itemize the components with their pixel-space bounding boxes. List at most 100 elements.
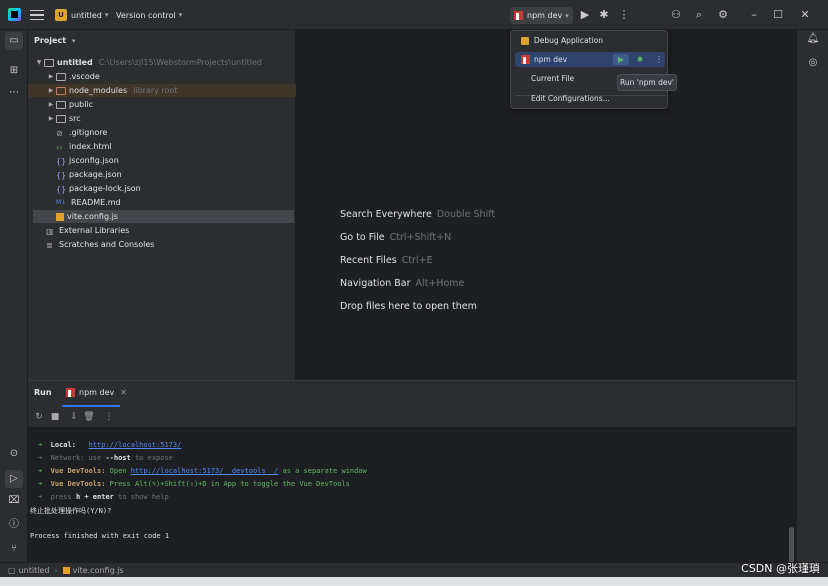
main-menu-icon[interactable] <box>30 10 44 20</box>
devtools-url-link[interactable]: http://localhost:5173/__devtools__/ <box>131 467 279 475</box>
notifications-bell-icon[interactable]: 🔔︎ <box>806 32 820 46</box>
status-project-name[interactable]: untitled <box>19 566 50 575</box>
tree-item[interactable]: ‹› index.html <box>28 140 296 153</box>
run-panel-icon[interactable]: ▷ <box>5 470 23 488</box>
npm-icon <box>521 55 530 64</box>
tree-item[interactable]: ▶ src <box>28 112 296 125</box>
npm-icon <box>514 11 523 20</box>
console-line-devtools-toggle: ➜ Vue DevTools: Press Alt(⌥)+Shift(⇧)+D … <box>38 480 350 488</box>
local-url-link[interactable]: http://localhost:5173/ <box>89 441 182 449</box>
console-output[interactable]: ➜ Local: http://localhost:5173/ ➜ Networ… <box>28 427 796 563</box>
left-tool-strip: ▭ ⊞ ⋯ ⊙ ▷ ⌧ ⓘ ⑂ <box>0 30 28 562</box>
project-status-icon: ▢ <box>8 565 16 575</box>
folder-icon <box>56 86 66 95</box>
js-file-icon <box>62 566 70 574</box>
debug-config-icon <box>521 36 529 45</box>
hint-search-everywhere: Search Everywhere Double Shift <box>340 209 496 220</box>
ignore-file-icon: ⊘ <box>56 128 63 138</box>
minimize-icon[interactable]: – <box>747 8 761 22</box>
popup-more-icon[interactable]: ⋮ <box>651 54 667 65</box>
tree-item-selected[interactable]: vite.config.js <box>33 210 294 223</box>
chevron-right-icon[interactable]: ▶ <box>46 73 56 80</box>
rerun-icon[interactable]: ↻ <box>33 411 45 423</box>
chevron-right-icon[interactable]: ▶ <box>46 115 56 122</box>
close-tab-icon[interactable]: ✕ <box>120 388 127 397</box>
chevron-right-icon[interactable]: ▶ <box>46 101 56 108</box>
popup-item-npm-dev[interactable]: npm dev ▶ ✱ ⋮ <box>515 52 665 67</box>
close-icon[interactable]: ✕ <box>798 8 812 22</box>
scroll-to-end-icon[interactable]: ⇩ <box>68 411 80 423</box>
run-tooltip: Run 'npm dev' <box>617 74 677 91</box>
tree-item-external-libraries[interactable]: ▥ External Libraries <box>28 224 296 237</box>
chevron-down-icon[interactable]: ▼ <box>34 59 44 66</box>
run-icon[interactable]: ▶ <box>578 8 592 22</box>
npm-icon <box>66 388 75 397</box>
tree-item[interactable]: {} package-lock.json <box>28 182 296 195</box>
popup-debug-icon[interactable]: ✱ <box>632 54 648 65</box>
folder-icon <box>44 58 54 67</box>
title-bar: U untitled ▾ Version control ▾ npm dev ▾… <box>0 0 828 30</box>
folder-icon <box>56 72 66 81</box>
tree-item[interactable]: ▶ node_modules library root <box>28 84 296 97</box>
structure-icon[interactable]: ⊞ <box>7 64 21 78</box>
tree-item[interactable]: ▶ .vscode <box>28 70 296 83</box>
vcs-widget[interactable]: Version control ▾ <box>116 0 182 30</box>
services-icon[interactable]: ⊙ <box>7 447 21 461</box>
project-widget[interactable]: U untitled ▾ <box>55 0 108 30</box>
tree-item[interactable]: {} jsconfig.json <box>28 154 296 167</box>
popup-run-icon[interactable]: ▶ <box>613 54 629 65</box>
webstorm-logo-icon[interactable] <box>8 8 21 21</box>
maximize-icon[interactable]: ☐ <box>771 8 785 22</box>
problems-icon[interactable]: ⓘ <box>7 518 21 532</box>
markdown-file-icon: M↓ <box>56 198 67 206</box>
scratches-icon: ≣ <box>46 240 53 250</box>
chevron-down-icon: ▾ <box>104 11 109 19</box>
json-file-icon: {} <box>56 170 67 180</box>
project-folder-icon[interactable]: ▭ <box>5 32 23 50</box>
add-user-icon[interactable]: ⚇ <box>669 8 683 22</box>
project-badge: U <box>55 9 67 21</box>
popup-item-edit-configurations[interactable]: Edit Configurations... <box>515 91 665 106</box>
status-bar: ▢ untitled › vite.config.js <box>0 562 828 577</box>
tree-item[interactable]: ⊘ .gitignore <box>28 126 296 139</box>
chevron-down-icon: ▾ <box>565 11 569 20</box>
folder-icon <box>56 100 66 109</box>
terminal-icon[interactable]: ⌧ <box>7 494 21 508</box>
console-scrollbar[interactable] <box>789 527 794 563</box>
status-file-name[interactable]: vite.config.js <box>73 566 124 575</box>
console-line-devtools-open: ➜ Vue DevTools: Open http://localhost:51… <box>38 467 367 475</box>
more-vertical-icon[interactable]: ⋮ <box>103 411 115 423</box>
console-line-help: ➜ press h + enter to show help <box>38 493 169 501</box>
run-config-selector[interactable]: npm dev ▾ <box>510 7 573 24</box>
stop-icon[interactable]: ■ <box>49 411 61 423</box>
tree-root[interactable]: ▼ untitled C:\Users\zjl15\WebstormProjec… <box>28 56 296 69</box>
console-line-prompt: 终止批处理操作吗(Y/N)? <box>30 507 112 515</box>
hint-recent-files: Recent Files Ctrl+E <box>340 255 433 266</box>
search-icon[interactable]: ⌕ <box>692 8 706 22</box>
more-horizontal-icon[interactable]: ⋯ <box>7 86 21 100</box>
more-vertical-icon[interactable]: ⋮ <box>617 8 631 22</box>
ai-assistant-icon[interactable]: ◎ <box>806 56 820 70</box>
console-line-local: ➜ Local: http://localhost:5173/ <box>38 441 182 449</box>
chevron-right-icon[interactable]: ▶ <box>46 87 56 94</box>
tree-item-scratches[interactable]: ≣ Scratches and Consoles <box>28 238 296 251</box>
tab-npm-dev[interactable]: npm dev ✕ <box>66 388 127 397</box>
chevron-down-icon: ▾ <box>71 37 76 45</box>
run-panel-title: Run <box>34 388 52 397</box>
git-icon[interactable]: ⑂ <box>7 542 21 556</box>
right-tool-strip: 🔔︎ ◎ <box>796 30 828 562</box>
tree-item[interactable]: M↓ README.md <box>28 196 296 209</box>
settings-gear-icon[interactable]: ⚙ <box>716 8 730 22</box>
library-icon: ▥ <box>46 226 54 236</box>
clear-trash-icon[interactable]: 🗑︎ <box>83 411 95 423</box>
json-file-icon: {} <box>56 184 67 194</box>
project-panel-title[interactable]: Project ▾ <box>34 36 75 45</box>
ide-window: U untitled ▾ Version control ▾ npm dev ▾… <box>0 0 828 586</box>
popup-item-debug-application[interactable]: Debug Application <box>515 33 665 48</box>
tree-item[interactable]: ▶ public <box>28 98 296 111</box>
json-file-icon: {} <box>56 156 67 166</box>
debug-icon[interactable]: ✱ <box>597 8 611 22</box>
breadcrumb-separator-icon: › <box>54 565 58 575</box>
tree-item[interactable]: {} package.json <box>28 168 296 181</box>
project-panel: Project ▾ ▼ untitled C:\Users\zjl15\Webs… <box>28 30 296 380</box>
